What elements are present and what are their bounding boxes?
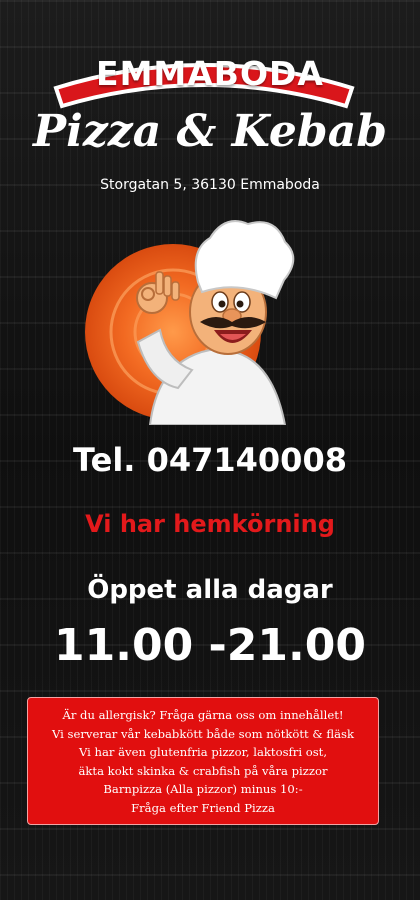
restaurant-title: Pizza & Kebab [33,106,387,157]
info-line: äkta kokt skinka & crabfish på våra pizz… [78,763,328,778]
info-line: Vi serverar vår kebabkött både som nötkö… [52,726,354,741]
info-box: Är du allergisk? Fråga gärna oss om inne… [27,697,379,825]
address: Storgatan 5, 36130 Emmaboda [100,177,320,193]
delivery-notice: Vi har hemkörning [85,510,335,538]
info-line: Vi har även glutenfria pizzor, laktosfri… [78,745,328,759]
banner-text: EMMABODA [96,54,324,93]
flyer: EMMABODA Pizza & Kebab Storgatan 5, 3613… [0,0,420,900]
info-line: Är du allergisk? Fråga gärna oss om inne… [62,708,344,722]
phone-number[interactable]: Tel. 047140008 [0,441,420,479]
opening-hours: 11.00 -21.00 [54,620,366,671]
info-line: Barnpizza (Alla pizzor) minus 10:- [103,782,303,796]
chef-mascot-icon [85,220,295,425]
info-line: Fråga efter Friend Pizza [131,800,275,815]
opening-days: Öppet alla dagar [87,575,333,605]
